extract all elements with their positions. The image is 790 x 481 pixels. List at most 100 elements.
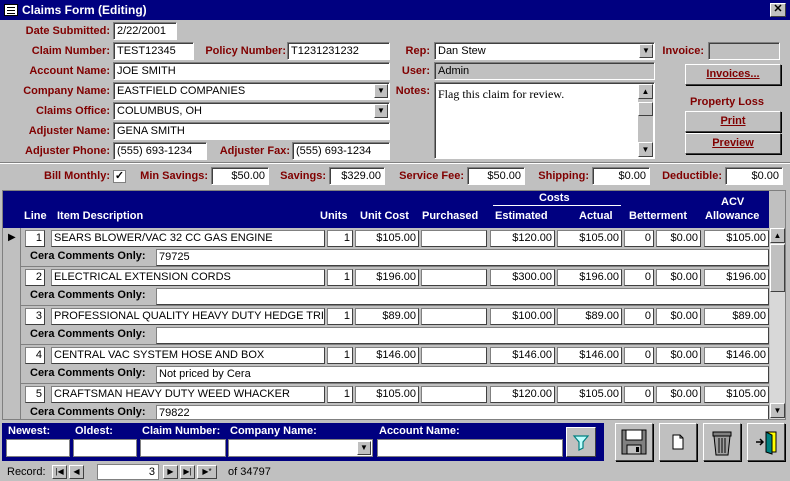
cell-purchased[interactable] (421, 347, 487, 364)
new-record-button[interactable] (659, 423, 697, 461)
grid-scrollbar[interactable]: ▲ ▼ (770, 228, 785, 419)
cell-item[interactable]: CENTRAL VAC SYSTEM HOSE AND BOX (51, 347, 325, 364)
cell-unit-cost[interactable]: $146.00 (355, 347, 419, 364)
cell-unit-cost[interactable]: $196.00 (355, 269, 419, 286)
scroll-down-icon[interactable]: ▼ (638, 142, 653, 157)
rep-select[interactable]: Dan Stew ▼ (434, 42, 655, 60)
cell-bet-amt[interactable]: $0.00 (656, 308, 701, 325)
scroll-thumb[interactable] (638, 102, 653, 116)
cell-purchased[interactable] (421, 386, 487, 403)
first-record-icon[interactable]: |◀ (52, 465, 67, 479)
comments-field[interactable] (156, 327, 769, 344)
scroll-up-icon[interactable]: ▲ (638, 84, 653, 99)
cell-estimated[interactable]: $100.00 (490, 308, 555, 325)
last-record-icon[interactable]: ▶| (180, 465, 195, 479)
new-record-icon[interactable]: ▶* (197, 465, 217, 479)
cell-actual[interactable]: $105.00 (557, 386, 622, 403)
date-submitted-field[interactable]: 2/22/2001 (113, 22, 177, 40)
cell-actual[interactable]: $196.00 (557, 269, 622, 286)
cell-acv[interactable]: $105.00 (704, 386, 769, 403)
preview-button[interactable]: Preview (685, 133, 781, 154)
cell-bet-amt[interactable]: $0.00 (656, 230, 701, 247)
comments-field[interactable]: 79725 (156, 249, 769, 266)
cell-acv[interactable]: $105.00 (704, 230, 769, 247)
exit-button[interactable] (747, 423, 785, 461)
cell-purchased[interactable] (421, 308, 487, 325)
cell-item[interactable]: PROFESSIONAL QUALITY HEAVY DUTY HEDGE TR… (51, 308, 325, 325)
chevron-down-icon[interactable]: ▼ (374, 84, 388, 98)
cell-bet-pct[interactable]: 0 (624, 386, 654, 403)
cell-purchased[interactable] (421, 269, 487, 286)
cell-actual[interactable]: $105.00 (557, 230, 622, 247)
cell-acv[interactable]: $89.00 (704, 308, 769, 325)
cell-item[interactable]: CRAFTSMAN HEAVY DUTY WEED WHACKER (51, 386, 325, 403)
delete-button[interactable] (703, 423, 741, 461)
scroll-thumb[interactable] (770, 244, 785, 292)
cell-units[interactable]: 1 (327, 347, 353, 364)
notes-field[interactable]: Flag this claim for review. ▲ ▼ (434, 82, 655, 159)
close-button[interactable]: ✕ (770, 3, 786, 17)
cell-units[interactable]: 1 (327, 308, 353, 325)
company-name-filter-select[interactable]: ▼ (228, 439, 373, 457)
print-button[interactable]: Print (685, 111, 781, 132)
cell-line[interactable]: 4 (25, 347, 45, 364)
oldest-field[interactable] (73, 439, 137, 457)
chevron-down-icon[interactable]: ▼ (374, 104, 388, 118)
cell-line[interactable]: 3 (25, 308, 45, 325)
scroll-down-icon[interactable]: ▼ (770, 403, 785, 418)
cell-acv[interactable]: $196.00 (704, 269, 769, 286)
save-button[interactable] (615, 423, 653, 461)
chevron-down-icon[interactable]: ▼ (357, 441, 371, 455)
claim-number-field[interactable]: TEST12345 (113, 42, 194, 60)
cell-units[interactable]: 1 (327, 269, 353, 286)
previous-record-icon[interactable]: ◀ (69, 465, 84, 479)
bill-monthly-checkbox[interactable]: ✓ (113, 170, 126, 183)
cell-actual[interactable]: $146.00 (557, 347, 622, 364)
claim-number-filter-field[interactable] (140, 439, 226, 457)
deductible-field[interactable]: $0.00 (725, 167, 783, 185)
savings-field[interactable]: $329.00 (329, 167, 385, 185)
cell-acv[interactable]: $146.00 (704, 347, 769, 364)
cell-item[interactable]: ELECTRICAL EXTENSION CORDS (51, 269, 325, 286)
row-selector[interactable] (3, 267, 21, 306)
shipping-field[interactable]: $0.00 (592, 167, 650, 185)
cell-unit-cost[interactable]: $105.00 (355, 230, 419, 247)
cell-bet-amt[interactable]: $0.00 (656, 347, 701, 364)
adjuster-name-field[interactable]: GENA SMITH (113, 122, 390, 140)
cell-purchased[interactable] (421, 230, 487, 247)
cell-bet-pct[interactable]: 0 (624, 308, 654, 325)
cell-estimated[interactable]: $146.00 (490, 347, 555, 364)
cell-bet-pct[interactable]: 0 (624, 269, 654, 286)
cell-bet-pct[interactable]: 0 (624, 347, 654, 364)
chevron-down-icon[interactable]: ▼ (639, 44, 653, 58)
invoices-button[interactable]: Invoices... (685, 64, 781, 85)
cell-units[interactable]: 1 (327, 386, 353, 403)
account-name-filter-field[interactable] (377, 439, 563, 457)
cell-actual[interactable]: $89.00 (557, 308, 622, 325)
comments-field[interactable]: 79822 (156, 405, 769, 419)
row-selector[interactable]: ▶ (3, 228, 21, 267)
cell-estimated[interactable]: $120.00 (490, 230, 555, 247)
cell-units[interactable]: 1 (327, 230, 353, 247)
row-selector[interactable] (3, 384, 21, 419)
cell-line[interactable]: 1 (25, 230, 45, 247)
policy-number-field[interactable]: T1231231232 (287, 42, 390, 60)
cell-line[interactable]: 5 (25, 386, 45, 403)
account-name-field[interactable]: JOE SMITH (113, 62, 390, 80)
cell-bet-amt[interactable]: $0.00 (656, 269, 701, 286)
cell-unit-cost[interactable]: $89.00 (355, 308, 419, 325)
cell-estimated[interactable]: $120.00 (490, 386, 555, 403)
record-number-field[interactable]: 3 (97, 464, 159, 480)
cell-bet-pct[interactable]: 0 (624, 230, 654, 247)
service-fee-field[interactable]: $50.00 (467, 167, 525, 185)
cell-unit-cost[interactable]: $105.00 (355, 386, 419, 403)
row-selector[interactable] (3, 306, 21, 345)
comments-field[interactable] (156, 288, 769, 305)
company-name-select[interactable]: EASTFIELD COMPANIES ▼ (113, 82, 390, 100)
claims-office-select[interactable]: COLUMBUS, OH ▼ (113, 102, 390, 120)
cell-line[interactable]: 2 (25, 269, 45, 286)
cell-bet-amt[interactable]: $0.00 (656, 386, 701, 403)
notes-scrollbar[interactable]: ▲ ▼ (638, 84, 653, 157)
cell-estimated[interactable]: $300.00 (490, 269, 555, 286)
adjuster-phone-field[interactable]: (555) 693-1234 (113, 142, 207, 160)
